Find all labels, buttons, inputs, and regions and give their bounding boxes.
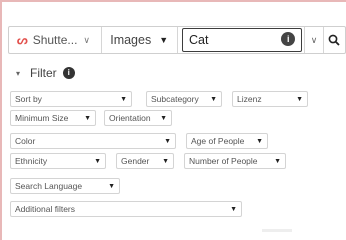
filter-title: Filter — [30, 66, 57, 80]
media-type-select[interactable]: Images ▼ — [102, 27, 178, 53]
search-input-value: Cat — [189, 33, 209, 47]
panel-left-border — [0, 0, 2, 240]
dropdown-orientation[interactable]: Orientation ▼ — [104, 110, 172, 126]
caret-down-icon: ▼ — [159, 35, 169, 45]
source-select-label: Shutte... — [32, 33, 78, 47]
dropdown-label: Sort by — [15, 94, 42, 104]
panel-top-border — [0, 0, 346, 2]
caret-down-icon: ▼ — [108, 182, 115, 190]
dropdown-age-of-people[interactable]: Age of People ▼ — [186, 133, 268, 149]
collapse-icon[interactable]: ▾ — [16, 69, 20, 78]
dropdown-number-of-people[interactable]: Number of People ▼ — [184, 153, 286, 169]
dropdown-label: Minimum Size — [15, 113, 69, 123]
dropdown-search-language[interactable]: Search Language ▼ — [10, 178, 120, 194]
divider — [262, 229, 292, 232]
chevron-down-icon: ∨ — [83, 34, 90, 45]
dropdown-label: Search Language — [15, 181, 83, 191]
dropdown-additional-filters[interactable]: Additional filters ▼ — [10, 201, 242, 217]
dropdown-label: Gender — [121, 156, 150, 166]
dropdown-label: Age of People — [191, 136, 245, 146]
caret-down-icon: ▼ — [230, 205, 237, 213]
caret-down-icon: ▼ — [210, 95, 217, 103]
search-options-toggle[interactable]: ∨ — [304, 27, 324, 53]
chevron-down-icon: ∨ — [310, 34, 318, 45]
source-select[interactable]: ᔕ Shutte... ∨ — [9, 27, 103, 53]
dropdown-ethnicity[interactable]: Ethnicity ▼ — [10, 153, 106, 169]
dropdown-label: Number of People — [189, 156, 258, 166]
dropdown-gender[interactable]: Gender ▼ — [116, 153, 174, 169]
info-icon[interactable]: i — [281, 32, 296, 46]
dropdown-color[interactable]: Color ▼ — [10, 133, 176, 149]
search-panel: ᔕ Shutte... ∨ Images ▼ Cat i ∨ ▾ Filter … — [0, 0, 346, 240]
caret-down-icon: ▼ — [296, 95, 303, 103]
search-input[interactable]: Cat i — [182, 28, 303, 52]
caret-down-icon: ▼ — [84, 114, 91, 122]
dropdown-label: Color — [15, 136, 36, 146]
caret-down-icon: ▼ — [274, 157, 281, 165]
caret-down-icon: ▼ — [120, 95, 127, 103]
dropdown-label: Orientation — [109, 113, 151, 123]
info-icon[interactable]: i — [62, 67, 75, 79]
dropdown-label: Lizenz — [237, 94, 262, 104]
caret-down-icon: ▼ — [94, 157, 101, 165]
dropdown-lizenz[interactable]: Lizenz ▼ — [232, 91, 308, 107]
dropdown-label: Ethnicity — [15, 156, 48, 166]
filter-header[interactable]: ▾ Filter i — [16, 66, 75, 80]
caret-down-icon: ▼ — [164, 137, 171, 145]
dropdown-label: Subcategory — [151, 94, 199, 104]
shutterstock-logo-icon: ᔕ — [17, 33, 28, 47]
caret-down-icon: ▼ — [160, 114, 167, 122]
caret-down-icon: ▼ — [256, 137, 263, 145]
dropdown-label: Additional filters — [15, 204, 76, 214]
dropdown-sort-by[interactable]: Sort by ▼ — [10, 91, 132, 107]
dropdown-subcategory[interactable]: Subcategory ▼ — [146, 91, 222, 107]
dropdown-minimum-size[interactable]: Minimum Size ▼ — [10, 110, 96, 126]
media-type-label: Images — [110, 33, 152, 47]
search-button[interactable] — [324, 27, 345, 53]
search-bar: ᔕ Shutte... ∨ Images ▼ Cat i ∨ — [8, 26, 346, 54]
magnifier-icon — [328, 34, 340, 46]
caret-down-icon: ▼ — [162, 157, 169, 165]
